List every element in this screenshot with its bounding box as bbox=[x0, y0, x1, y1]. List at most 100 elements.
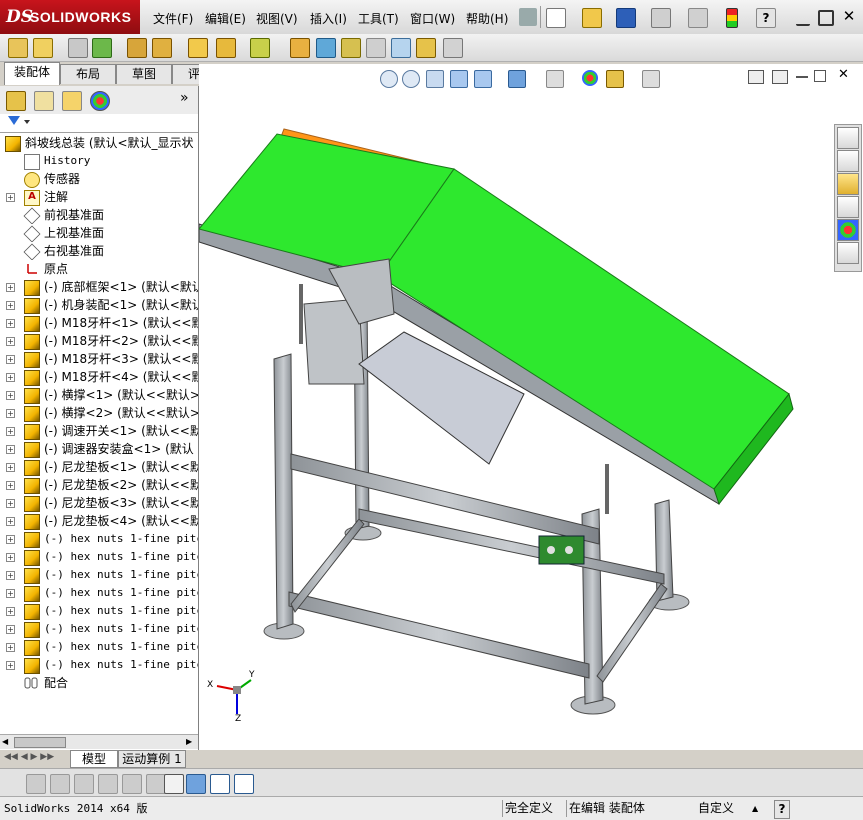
tree-item[interactable]: History bbox=[0, 152, 198, 170]
exploded-view-icon[interactable] bbox=[341, 38, 361, 58]
tree-item[interactable]: + (-) hex nuts 1-fine pitch bbox=[0, 548, 198, 566]
expand-plus-icon[interactable]: + bbox=[6, 481, 15, 490]
units-up-icon[interactable]: ▲ bbox=[752, 800, 758, 817]
menu-item[interactable]: 编辑(E) bbox=[205, 10, 246, 27]
tree-item[interactable]: + (-) hex nuts 1-fine pitch bbox=[0, 638, 198, 656]
expand-chevron-icon[interactable]: » bbox=[180, 90, 189, 106]
close-icon[interactable]: ✕ bbox=[842, 9, 856, 24]
expand-plus-icon[interactable]: + bbox=[6, 625, 15, 634]
tree-item[interactable]: + (-) hex nuts 1-fine pitch bbox=[0, 620, 198, 638]
edit-appearance-icon[interactable] bbox=[582, 70, 598, 86]
doc-close-icon[interactable]: ✕ bbox=[838, 67, 849, 82]
split-view-icon[interactable] bbox=[748, 70, 764, 84]
four-view-icon[interactable] bbox=[234, 774, 254, 794]
expand-plus-icon[interactable]: + bbox=[6, 571, 15, 580]
tree-item[interactable]: + (-) hex nuts 1-fine pitch bbox=[0, 584, 198, 602]
tree-item[interactable]: + (-) M18牙杆<2> (默认<<默 bbox=[0, 332, 198, 350]
custom-properties-icon[interactable] bbox=[837, 242, 859, 264]
solidworks-logo[interactable]: DS SOLIDWORKS bbox=[0, 0, 140, 34]
tree-item[interactable]: + (-) hex nuts 1-fine pitch bbox=[0, 656, 198, 674]
tree-item[interactable]: + (-) M18牙杆<3> (默认<<默 bbox=[0, 350, 198, 368]
graphics-area[interactable]: X Y Z bbox=[198, 64, 863, 750]
tab-sketch[interactable]: 草图 bbox=[116, 64, 172, 84]
help-icon[interactable]: ? bbox=[756, 8, 776, 28]
move-component-icon[interactable] bbox=[152, 38, 172, 58]
show-hidden-icon[interactable] bbox=[188, 38, 208, 58]
tree-item[interactable]: + (-) 横撑<1> (默认<<默认>_ bbox=[0, 386, 198, 404]
expand-plus-icon[interactable]: + bbox=[6, 445, 15, 454]
expand-plus-icon[interactable]: + bbox=[6, 319, 15, 328]
instant3d-icon[interactable] bbox=[391, 38, 411, 58]
tab-layout[interactable]: 布局 bbox=[60, 64, 116, 84]
tree-item[interactable]: 原点 bbox=[0, 260, 198, 278]
expand-plus-icon[interactable]: + bbox=[6, 283, 15, 292]
expand-plus-icon[interactable]: + bbox=[6, 373, 15, 382]
display-style-icon[interactable] bbox=[508, 70, 526, 88]
design-library-icon[interactable] bbox=[837, 150, 859, 172]
reference-geometry-icon[interactable] bbox=[250, 38, 270, 58]
tree-item[interactable]: + (-) 机身装配<1> (默认<默认 bbox=[0, 296, 198, 314]
section-view-icon[interactable] bbox=[450, 70, 468, 88]
expand-plus-icon[interactable]: + bbox=[6, 589, 15, 598]
expand-plus-icon[interactable]: + bbox=[6, 517, 15, 526]
two-view-horizontal-icon[interactable] bbox=[210, 774, 230, 794]
expand-plus-icon[interactable]: + bbox=[6, 661, 15, 670]
tab-assembly[interactable]: 装配体 bbox=[4, 62, 60, 85]
tree-root[interactable]: 斜坡线总装 (默认<默认_显示状 bbox=[0, 134, 198, 152]
scroll-thumb[interactable] bbox=[14, 737, 66, 748]
scroll-left-icon[interactable]: ◀ bbox=[2, 737, 10, 746]
explode-line-sketch-icon[interactable] bbox=[366, 38, 386, 58]
link-views-icon[interactable] bbox=[772, 70, 788, 84]
hide-show-items-icon[interactable] bbox=[546, 70, 564, 88]
tree-item[interactable]: + (-) 调速开关<1> (默认<<默 bbox=[0, 422, 198, 440]
tree-item[interactable]: + (-) 尼龙垫板<4> (默认<<默 bbox=[0, 512, 198, 530]
mate-icon[interactable] bbox=[68, 38, 88, 58]
tree-item[interactable]: + (-) M18牙杆<4> (默认<<默 bbox=[0, 368, 198, 386]
tree-item[interactable]: + (-) M18牙杆<1> (默认<<默 bbox=[0, 314, 198, 332]
view-palette-icon[interactable] bbox=[837, 196, 859, 218]
menu-item[interactable]: 帮助(H) bbox=[466, 10, 508, 27]
save-icon[interactable] bbox=[616, 8, 636, 28]
tree-item[interactable]: 上视基准面 bbox=[0, 224, 198, 242]
conveyor-model[interactable] bbox=[198, 64, 863, 750]
tree-item[interactable]: + (-) hex nuts 1-fine pitch bbox=[0, 530, 198, 548]
tab-nav-arrows-icon[interactable]: ◀◀ ◀ ▶ ▶▶ bbox=[4, 752, 54, 762]
draft-quality-icon[interactable] bbox=[122, 774, 142, 794]
tree-item[interactable]: + (-) hex nuts 1-fine pitch bbox=[0, 602, 198, 620]
menu-item[interactable]: 窗口(W) bbox=[410, 10, 455, 27]
tree-item[interactable]: + (-) 尼龙垫板<3> (默认<<默 bbox=[0, 494, 198, 512]
print-icon[interactable] bbox=[651, 8, 671, 28]
view-orientation-icon[interactable] bbox=[474, 70, 492, 88]
rebuild-traffic-light-icon[interactable] bbox=[726, 8, 738, 28]
expand-plus-icon[interactable]: + bbox=[6, 643, 15, 652]
menu-item[interactable]: 视图(V) bbox=[256, 10, 298, 27]
expand-plus-icon[interactable]: + bbox=[6, 499, 15, 508]
new-document-icon[interactable] bbox=[546, 8, 566, 28]
expand-plus-icon[interactable]: + bbox=[6, 409, 15, 418]
expand-plus-icon[interactable]: + bbox=[6, 553, 15, 562]
doc-restore-icon[interactable] bbox=[814, 70, 826, 82]
open-folder-icon[interactable] bbox=[582, 8, 602, 28]
take-snapshot-icon[interactable] bbox=[443, 38, 463, 58]
expand-plus-icon[interactable]: + bbox=[6, 463, 15, 472]
file-explorer-icon[interactable] bbox=[837, 173, 859, 195]
panel-horizontal-scrollbar[interactable]: ◀ ▶ bbox=[0, 734, 198, 749]
perspective-icon[interactable] bbox=[146, 774, 166, 794]
tree-item[interactable]: 传感器 bbox=[0, 170, 198, 188]
single-view-icon[interactable] bbox=[186, 774, 206, 794]
restore-icon[interactable] bbox=[818, 10, 834, 26]
expand-plus-icon[interactable]: + bbox=[6, 535, 15, 544]
new-part-icon[interactable] bbox=[33, 38, 53, 58]
expand-plus-icon[interactable]: + bbox=[6, 607, 15, 616]
tree-item[interactable]: + (-) hex nuts 1-fine pitch bbox=[0, 566, 198, 584]
shaded-with-edges-icon[interactable] bbox=[26, 774, 46, 794]
status-help-icon[interactable]: ? bbox=[774, 800, 790, 819]
bill-of-materials-icon[interactable] bbox=[316, 38, 336, 58]
menu-item[interactable]: 工具(T) bbox=[358, 10, 399, 27]
tree-item[interactable]: + A 注解 bbox=[0, 188, 198, 206]
previous-view-icon[interactable] bbox=[426, 70, 444, 88]
property-manager-icon[interactable] bbox=[34, 91, 54, 111]
menu-item[interactable]: 插入(I) bbox=[310, 10, 347, 27]
insert-component-icon[interactable] bbox=[8, 38, 28, 58]
tree-item[interactable]: 前视基准面 bbox=[0, 206, 198, 224]
